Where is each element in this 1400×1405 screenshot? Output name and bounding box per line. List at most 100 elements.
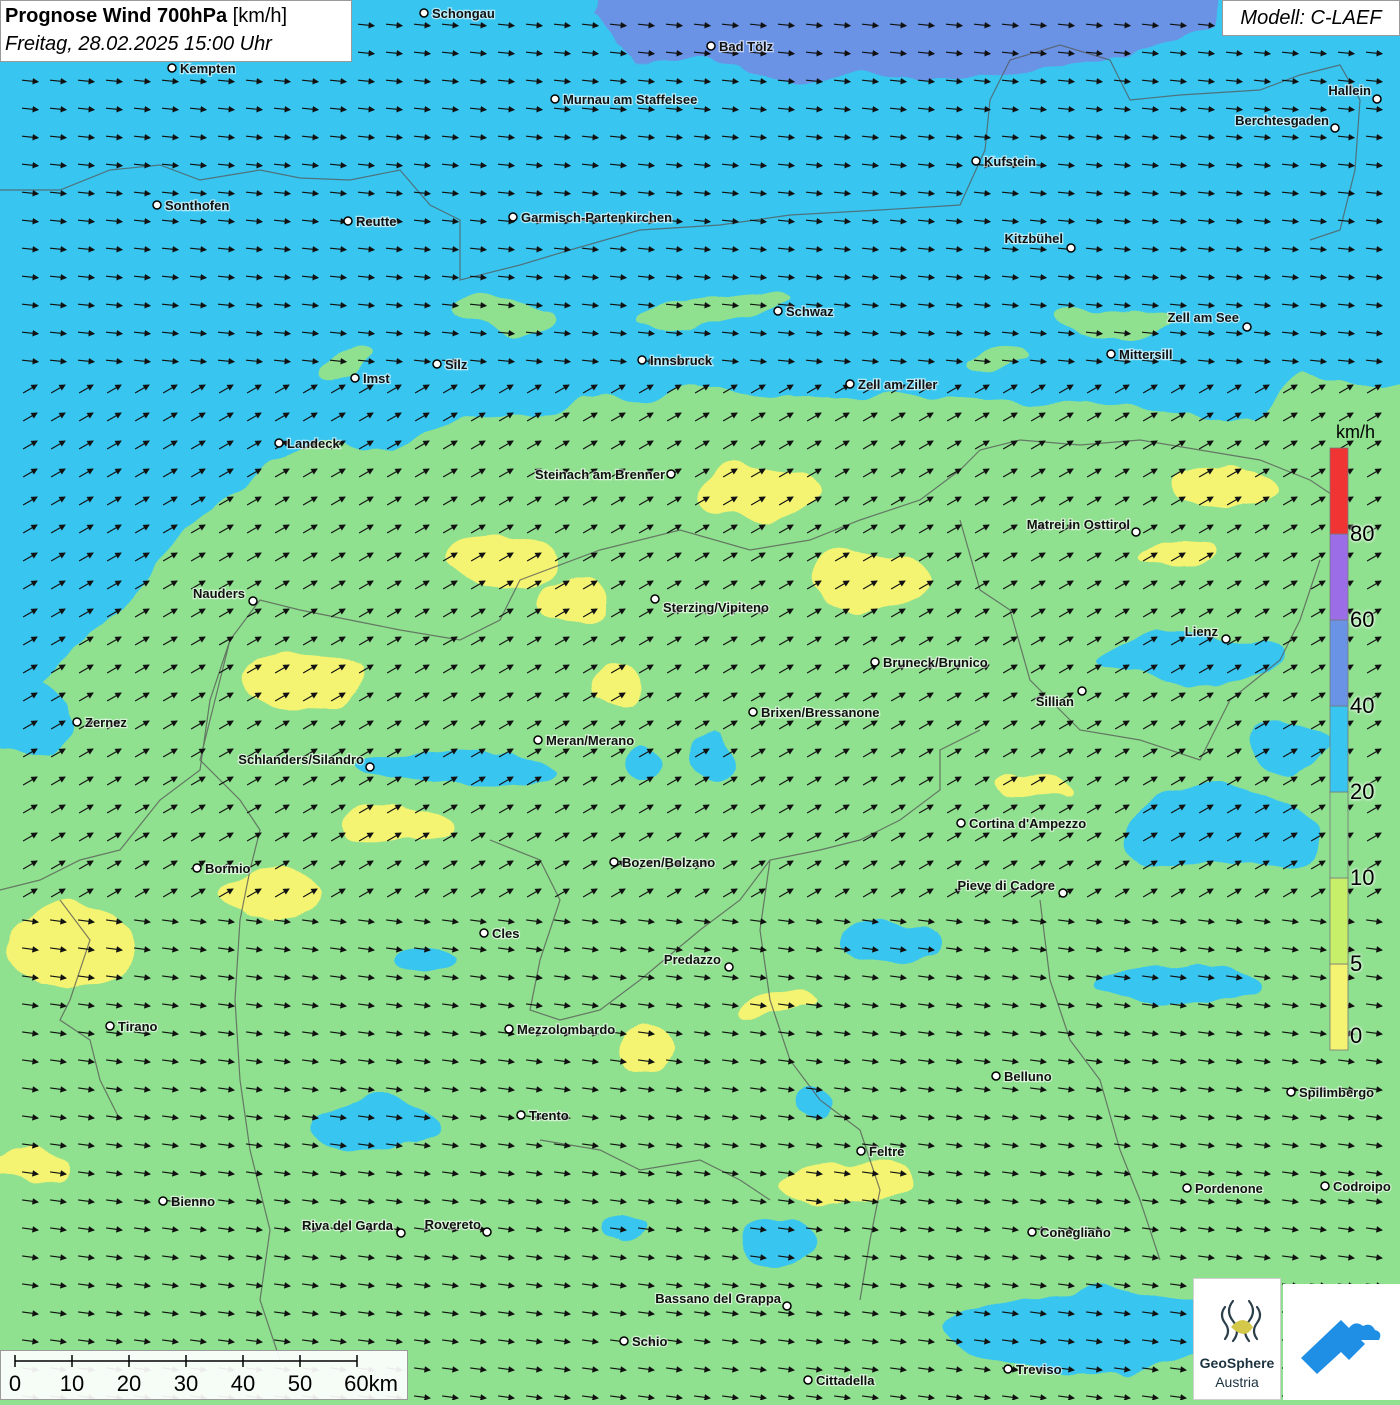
low-wind-patch (225, 871, 325, 919)
city-dot (856, 1146, 866, 1156)
model-label: Modell: C-LAEF (1222, 0, 1400, 36)
wind-patch (1130, 785, 1320, 875)
legend-label: 0 (1350, 1023, 1363, 1048)
city-label: Garmisch-Partenkirchen (521, 210, 672, 225)
city-label: Conegliano (1040, 1225, 1111, 1240)
city-marker: Spilimbergo (1286, 1084, 1375, 1101)
city-label: Sterzing/Vipiteno (663, 600, 769, 615)
low-wind-patch (240, 652, 360, 708)
city-marker: Brixen/Bressanone (748, 704, 881, 721)
city-label: Matrei in Osttirol (1027, 517, 1130, 532)
city-label: Zernez (85, 715, 127, 730)
city-label: Murnau am Staffelsee (563, 92, 697, 107)
city-label: Schwaz (786, 304, 834, 319)
city-dot (1320, 1181, 1330, 1191)
wind-patch (325, 1100, 435, 1150)
low-wind-patch (1135, 536, 1215, 564)
wind-patch (690, 736, 734, 780)
city-label: Pieve di Cadore (957, 878, 1055, 893)
city-label: Brixen/Bressanone (761, 705, 880, 720)
city-dot (1077, 686, 1087, 696)
city-dot (158, 1196, 168, 1206)
city-dot (845, 379, 855, 389)
city-dot (365, 762, 375, 772)
city-label: Bassano del Grappa (655, 1291, 781, 1306)
city-marker: Garmisch-Partenkirchen (508, 209, 673, 226)
wind-patch (835, 922, 945, 962)
city-label: Rovereto (425, 1217, 481, 1232)
city-label: Bozen/Bolzano (622, 855, 715, 870)
city-label: Schlanders/Silandro (238, 752, 364, 767)
wind-patch (740, 1212, 820, 1268)
city-dot (803, 1375, 813, 1385)
legend-bin (1329, 791, 1349, 879)
city-dot (1221, 634, 1231, 644)
city-marker: Steinach am Brenner (534, 466, 676, 483)
title-panel: Prognose Wind 700hPa [km/h] Freitag, 28.… (0, 0, 352, 62)
city-label: Mezzolombardo (517, 1022, 615, 1037)
city-label: Feltre (869, 1144, 904, 1159)
wind-patch (1250, 716, 1330, 764)
city-label: Bruneck/Brunico (883, 655, 988, 670)
city-dot (419, 8, 429, 18)
city-label: Mittersill (1119, 347, 1172, 362)
city-label: Tirano (118, 1019, 158, 1034)
legend-bin (1329, 619, 1349, 707)
city-label: Schongau (432, 6, 495, 21)
city-dot (1106, 349, 1116, 359)
city-label: Bienno (171, 1194, 215, 1209)
city-label: Predazzo (664, 952, 721, 967)
legend-label: 80 (1350, 521, 1375, 546)
city-dot (748, 707, 758, 717)
city-marker: Cortina d'Ampezzo (956, 815, 1088, 832)
app-logo (1283, 1284, 1400, 1400)
city-dot (105, 1021, 115, 1031)
scale-label: 40 (230, 1371, 256, 1396)
city-dot (533, 735, 543, 745)
legend-bin (1329, 877, 1349, 965)
city-dot (724, 962, 734, 972)
legend-label: 40 (1350, 693, 1375, 718)
legend-bin (1329, 533, 1349, 621)
city-marker: Bozen/Bolzano (609, 854, 716, 871)
wind-patch (605, 1213, 645, 1237)
low-wind-patch (700, 458, 820, 522)
city-label: Lienz (1185, 624, 1219, 639)
city-label: Sillian (1036, 694, 1074, 709)
city-label: Innsbruck (650, 353, 713, 368)
scale-label: 10 (59, 1371, 85, 1396)
city-marker: Murnau am Staffelsee (550, 91, 699, 108)
city-marker: Meran/Merano (533, 732, 635, 749)
city-label: Schio (632, 1334, 667, 1349)
wind-patch (360, 752, 560, 784)
city-dot (432, 359, 442, 369)
city-label: Cles (492, 926, 519, 941)
city-label: Trento (529, 1108, 569, 1123)
city-dot (550, 94, 560, 104)
city-dot (870, 657, 880, 667)
low-wind-patch (740, 996, 820, 1020)
city-dot (773, 306, 783, 316)
city-dot (1058, 888, 1068, 898)
city-label: Landeck (287, 436, 341, 451)
city-label: Pordenone (1195, 1181, 1263, 1196)
city-marker: Pordenone (1182, 1180, 1264, 1197)
city-dot (350, 373, 360, 383)
map-title-unit: [km/h] (232, 5, 288, 27)
city-label: Silz (445, 357, 468, 372)
city-label: Cittadella (816, 1373, 875, 1388)
wind-patch (1100, 640, 1290, 680)
city-label: Kufstein (984, 154, 1036, 169)
wind-patch (1100, 965, 1260, 1005)
legend-label: 10 (1350, 865, 1375, 890)
map-title-main: Prognose Wind 700hPa (5, 5, 228, 27)
city-dot (479, 928, 489, 938)
city-dot (1066, 243, 1076, 253)
low-wind-patch (985, 780, 1065, 804)
city-dot (609, 857, 619, 867)
city-label: Nauders (193, 586, 245, 601)
city-label: Codroipo (1333, 1179, 1391, 1194)
city-dot (1286, 1087, 1296, 1097)
city-dot (1131, 527, 1141, 537)
scale-bar: 0 10 20 30 40 50 60km (0, 1350, 408, 1400)
